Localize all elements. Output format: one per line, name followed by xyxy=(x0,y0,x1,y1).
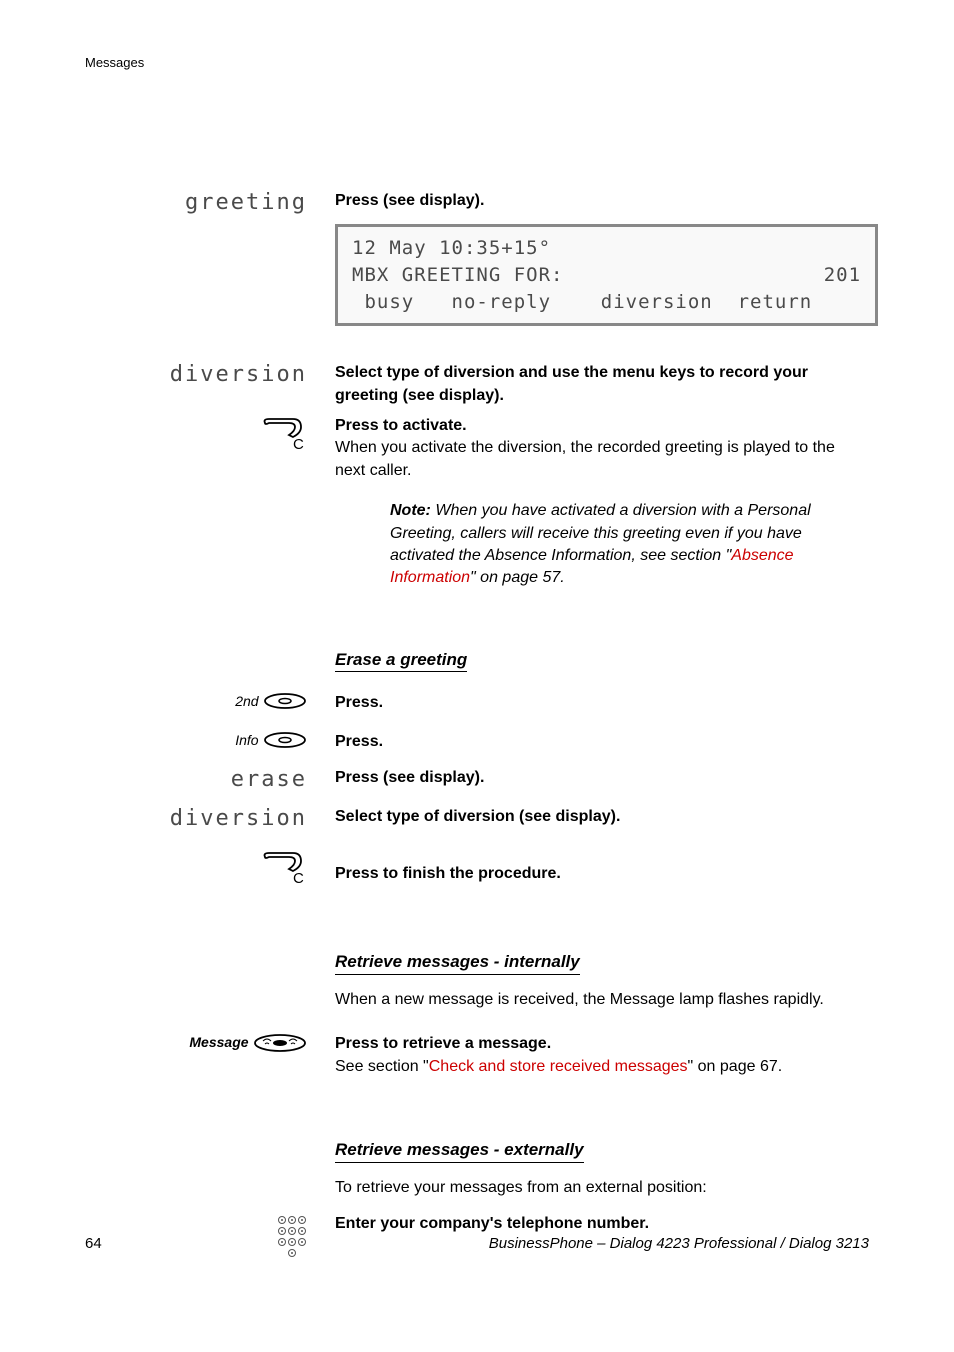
row-erase: erase Press (see display). xyxy=(85,767,869,792)
note-block: Note: When you have activated a diversio… xyxy=(390,500,869,590)
instr-finish: Press to finish the procedure. xyxy=(335,863,869,885)
handset-c-icon: C xyxy=(259,849,307,890)
title-retrieve-ext: Retrieve messages - externally xyxy=(335,1138,584,1163)
handset-c-icon: C xyxy=(259,415,307,456)
row-greeting: greeting Press (see display). 12 May 10:… xyxy=(85,190,869,354)
svg-text:C: C xyxy=(293,436,304,453)
see-section: See section "Check and store received me… xyxy=(335,1056,869,1078)
page-number: 64 xyxy=(85,1235,102,1252)
label-diversion: diversion xyxy=(170,362,307,387)
svg-text:C: C xyxy=(293,870,304,887)
running-header: Messages xyxy=(85,55,869,70)
label-message: Message xyxy=(189,1034,248,1050)
row-erase-diversion: diversion Select type of diversion (see … xyxy=(85,806,869,831)
body-retrieve-int: When a new message is received, the Mess… xyxy=(335,989,869,1011)
instr-enter-number: Enter your company's telephone number. xyxy=(335,1213,869,1235)
instr-press-activate: Press to activate. xyxy=(335,415,869,437)
lcd-display: 12 May 10:35 +15° MBX GREETING FOR: 201 … xyxy=(335,224,878,326)
row-retrieve-ext-title: Retrieve messages - externally xyxy=(85,1138,869,1169)
body-activate: When you activate the diversion, the rec… xyxy=(335,437,869,482)
label-greeting: greeting xyxy=(185,190,307,215)
note-after: " on page 57. xyxy=(470,569,565,586)
button-oval-icon xyxy=(263,692,307,710)
footer: 64 BusinessPhone – Dialog 4223 Professio… xyxy=(85,1235,869,1252)
see-before: See section " xyxy=(335,1058,429,1075)
instr-select-diversion: Select type of diversion and use the men… xyxy=(335,362,869,407)
note-prefix: Note: xyxy=(390,502,431,519)
button-message-icon xyxy=(253,1033,307,1051)
instr-erase: Press (see display). xyxy=(335,767,869,789)
lcd-r3: busy no-reply diversion return xyxy=(352,289,812,316)
title-retrieve-int: Retrieve messages - internally xyxy=(335,950,580,975)
instr-retrieve-msg: Press to retrieve a message. xyxy=(335,1033,869,1055)
row-retrieve-int-title: Retrieve messages - internally xyxy=(85,950,869,981)
title-erase-greeting: Erase a greeting xyxy=(335,648,467,673)
body-retrieve-ext: To retrieve your messages from an extern… xyxy=(335,1177,869,1199)
row-message: Message Press to retrieve a message. See… xyxy=(85,1033,869,1078)
row-info: Info Press. xyxy=(85,731,869,753)
lcd-r2-right: 201 xyxy=(824,262,861,289)
button-oval-icon xyxy=(263,731,307,749)
row-c-finish: C Press to finish the procedure. xyxy=(85,849,869,890)
instr-erase-diversion: Select type of diversion (see display). xyxy=(335,806,869,828)
row-erase-title: Erase a greeting xyxy=(85,648,869,679)
row-diversion: diversion Select type of diversion and u… xyxy=(85,362,869,407)
row-retrieve-int-body: When a new message is received, the Mess… xyxy=(85,989,869,1011)
row-c-activate: C Press to activate. When you activate t… xyxy=(85,415,869,640)
row-retrieve-ext-body: To retrieve your messages from an extern… xyxy=(85,1177,869,1199)
instr-press-2nd: Press. xyxy=(335,692,869,714)
instr-press-see-display: Press (see display). xyxy=(335,190,878,212)
product-name: BusinessPhone – Dialog 4223 Professional… xyxy=(489,1235,869,1252)
label-erase-diversion: diversion xyxy=(170,806,307,831)
page: Messages greeting Press (see display). 1… xyxy=(0,0,954,1352)
label-erase: erase xyxy=(231,767,307,792)
see-after: " on page 67. xyxy=(688,1058,783,1075)
label-info: Info xyxy=(235,732,258,748)
lcd-r1-left: 12 May 10:35 xyxy=(352,235,501,262)
lcd-r2-left: MBX GREETING FOR: xyxy=(352,262,563,289)
label-2nd: 2nd xyxy=(235,693,258,709)
instr-press-info: Press. xyxy=(335,731,869,753)
lcd-r1-right: +15° xyxy=(501,235,551,262)
link-check-store[interactable]: Check and store received messages xyxy=(429,1058,688,1075)
row-2nd: 2nd Press. xyxy=(85,692,869,714)
